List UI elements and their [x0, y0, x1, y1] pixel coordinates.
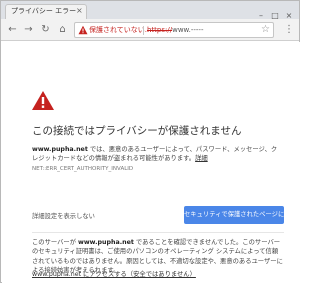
address-bar[interactable]: 保護されていない... https://www.----- ☆	[74, 22, 274, 38]
home-icon[interactable]: ⌂	[56, 23, 69, 36]
tab-title: プライバシー エラー	[11, 7, 77, 15]
tab-close-icon[interactable]: ×	[76, 6, 83, 16]
divider	[32, 232, 284, 233]
url-host: www.-----	[172, 26, 204, 34]
warning-triangle-icon	[78, 25, 88, 35]
error-code[interactable]: NET::ERR_CERT_AUTHORITY_INVALID	[32, 166, 133, 173]
back-to-safety-button[interactable]: セキュリティで保護されたページに戻る	[184, 206, 297, 224]
explanation-host: www.pupha.net	[78, 239, 134, 246]
error-page: この接続ではプライバシーが保護されません www.pupha.net では、悪意…	[2, 42, 300, 283]
proceed-unsafe-link[interactable]: www.pupha.net にアクセスする（安全ではありません）	[32, 270, 196, 279]
browser-window: プライバシー エラー × – □ × ← → ↻ ⌂ 保護されていない... htt…	[0, 0, 300, 283]
window-controls: – □ ×	[254, 3, 296, 20]
warning-icon	[32, 91, 54, 110]
details-link[interactable]: 詳細	[195, 155, 208, 162]
reload-icon[interactable]: ↻	[39, 23, 52, 36]
forward-icon[interactable]: →	[22, 23, 35, 36]
explanation-prefix: このサーバーが	[32, 239, 79, 246]
error-description: www.pupha.net では、悪意のあるユーザーによって、パスワード、メッセ…	[32, 145, 282, 163]
back-icon[interactable]: ←	[6, 23, 19, 36]
bookmark-star-icon[interactable]: ☆	[261, 24, 270, 36]
url-scheme: https://	[147, 26, 173, 34]
hide-advanced-button[interactable]: 詳細設定を表示しない	[32, 212, 95, 221]
menu-icon[interactable]: ⋮	[284, 23, 294, 36]
address-divider	[143, 26, 144, 35]
description-host: www.pupha.net	[32, 146, 88, 153]
tab-privacy-error[interactable]: プライバシー エラー ×	[5, 4, 87, 19]
browser-toolbar: ← → ↻ ⌂ 保護されていない... https://www.----- ☆ …	[1, 19, 299, 41]
url-text[interactable]: https://www.-----	[147, 26, 203, 35]
page-title: この接続ではプライバシーが保護されません	[32, 125, 242, 137]
tab-strip: プライバシー エラー × – □ ×	[1, 1, 299, 20]
